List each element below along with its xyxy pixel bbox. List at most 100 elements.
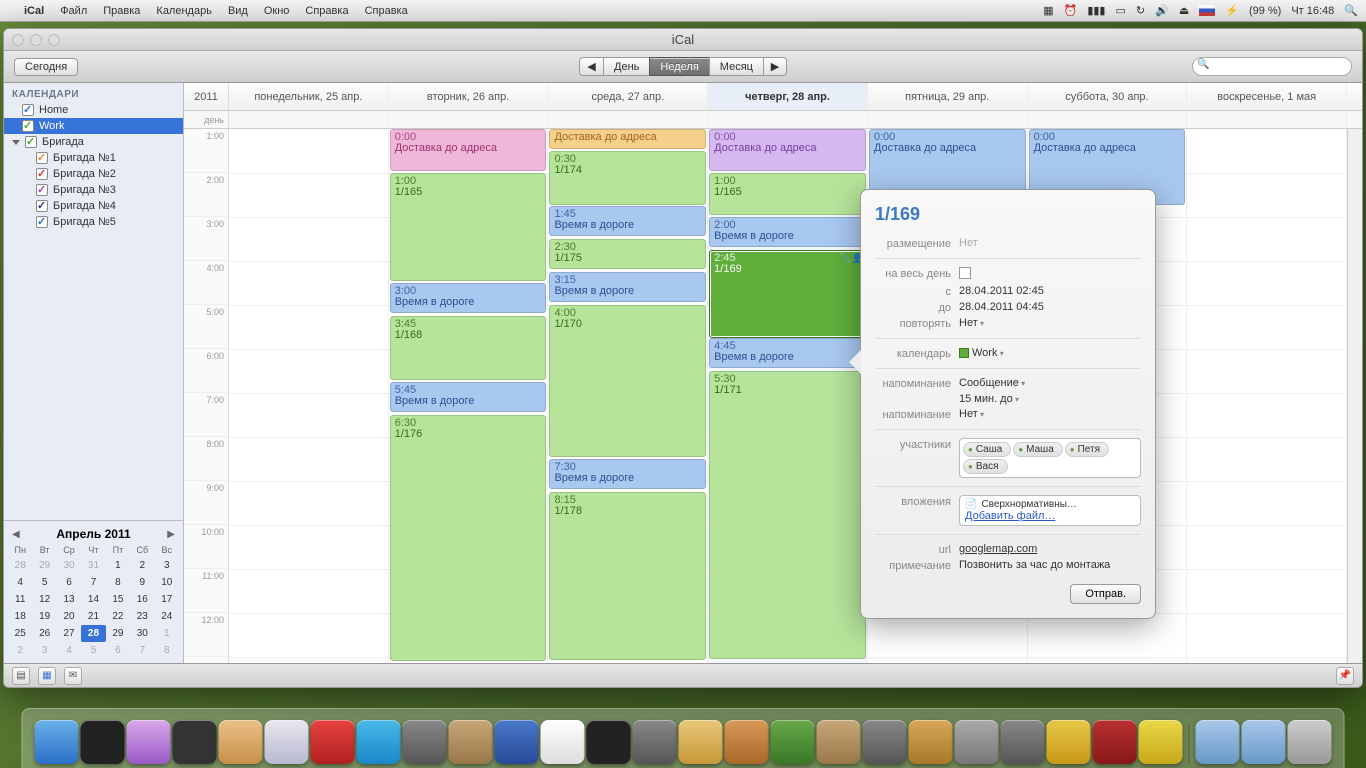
search-input[interactable] (1192, 57, 1352, 76)
calendar-event[interactable]: 5:301/171 (709, 371, 866, 659)
calendar-event[interactable]: 0:00Доставка до адреса (709, 129, 866, 171)
day-column[interactable] (229, 129, 389, 663)
calendar-value[interactable]: Work (959, 347, 1141, 359)
minical-day[interactable]: 4 (57, 642, 81, 659)
minical-day[interactable]: 15 (106, 591, 130, 608)
calendar-checkbox[interactable] (36, 216, 48, 228)
calendar-event[interactable]: 3:00Время в дороге (390, 283, 547, 313)
day-header[interactable]: суббота, 30 апр. (1028, 83, 1188, 110)
day-header[interactable]: среда, 27 апр. (548, 83, 708, 110)
calendar-event[interactable]: Доставка до адреса (549, 129, 706, 149)
attendee-token[interactable]: Вася (963, 459, 1008, 474)
minical-day[interactable]: 29 (106, 625, 130, 642)
clock[interactable]: Чт 16:48 (1291, 5, 1334, 17)
minical-day[interactable]: 9 (130, 574, 154, 591)
dock-app9[interactable] (725, 720, 769, 764)
minical-day[interactable]: 23 (130, 608, 154, 625)
minical-day[interactable]: 4 (8, 574, 32, 591)
minical-day[interactable]: 26 (32, 625, 56, 642)
calendar-event[interactable]: 4:001/170 (549, 305, 706, 457)
minical-day[interactable]: 8 (106, 574, 130, 591)
calendar-event[interactable]: 1:001/165 (709, 173, 866, 215)
dock-folder1[interactable] (1196, 720, 1240, 764)
minical-day[interactable]: 7 (130, 642, 154, 659)
calendar-event[interactable]: 5:45Время в дороге (390, 382, 547, 412)
calendar-event[interactable]: 2:00Время в дороге (709, 217, 866, 247)
reminder-time[interactable]: 15 мин. до (959, 393, 1141, 405)
menu-calendar[interactable]: Календарь (156, 5, 212, 17)
dock-trash[interactable] (1288, 720, 1332, 764)
calendar-item[interactable]: Work (4, 118, 183, 134)
minical-day[interactable]: 19 (32, 608, 56, 625)
minical-day[interactable]: 28 (8, 557, 32, 574)
minical-day[interactable]: 11 (8, 591, 32, 608)
display-icon[interactable]: ▭ (1116, 4, 1126, 17)
minical-prev[interactable]: ◀ (12, 529, 20, 540)
dock-app5[interactable] (449, 720, 493, 764)
power-icon[interactable]: ⚡ (1225, 4, 1239, 17)
dock-finder[interactable] (35, 720, 79, 764)
to-value[interactable]: 28.04.2011 04:45 (959, 301, 1141, 313)
dock-mail[interactable] (265, 720, 309, 764)
attendee-token[interactable]: Маша (1013, 442, 1062, 457)
day-header[interactable]: воскресенье, 1 мая (1187, 83, 1347, 110)
location-value[interactable]: Нет (959, 237, 1141, 249)
calendar-item[interactable]: Бригада №4 (4, 198, 183, 214)
calendar-event[interactable]: 2:301/175 (549, 239, 706, 269)
send-button[interactable]: Отправ. (1070, 584, 1141, 604)
sync-icon[interactable]: ↻ (1136, 4, 1145, 17)
day-column[interactable]: Доставка до адреса0:301/1741:45Время в д… (548, 129, 708, 663)
calendar-event[interactable]: 7:30Время в дороге (549, 459, 706, 489)
calendar-item[interactable]: Home (4, 102, 183, 118)
calendar-event[interactable]: 0:00Доставка до адреса (390, 129, 547, 171)
minical-day[interactable]: 3 (155, 557, 179, 574)
close-button[interactable] (12, 34, 24, 46)
minical-day[interactable]: 28 (81, 625, 105, 642)
dock-app1[interactable] (127, 720, 171, 764)
minical-day[interactable]: 6 (57, 574, 81, 591)
spotlight-icon[interactable]: 🔍 (1344, 4, 1358, 17)
inspector-title[interactable]: 1/169 (875, 204, 1141, 225)
calendar-event[interactable]: 8:151/178 (549, 492, 706, 660)
menu-file[interactable]: Файл (60, 5, 87, 17)
dock-app17[interactable] (1139, 720, 1183, 764)
dock-app7[interactable] (633, 720, 677, 764)
calendar-event[interactable]: 6:301/176 (390, 415, 547, 661)
calendar-event[interactable]: 4:45Время в дороге (709, 338, 866, 368)
show-minical-icon[interactable]: ▦ (38, 667, 56, 685)
calendar-item[interactable]: Бригада №2 (4, 166, 183, 182)
dock-app8[interactable] (679, 720, 723, 764)
battery-icon[interactable]: ▮▮▮ (1087, 4, 1105, 17)
attachment-file[interactable]: Сверхнормативны… (965, 499, 1135, 510)
minical-day[interactable]: 1 (106, 557, 130, 574)
calendar-item[interactable]: Бригада №3 (4, 182, 183, 198)
input-flag-icon[interactable] (1199, 5, 1215, 16)
calendar-checkbox[interactable] (36, 152, 48, 164)
day-column[interactable] (1187, 129, 1347, 663)
dock-app12[interactable] (863, 720, 907, 764)
minical-day[interactable]: 2 (130, 557, 154, 574)
dock-folder2[interactable] (1242, 720, 1286, 764)
menu-window[interactable]: Окно (264, 5, 290, 17)
note-value[interactable]: Позвонить за час до монтажа (959, 559, 1141, 571)
menuextra-icon[interactable]: ▦ (1043, 4, 1053, 17)
day-header[interactable]: пятница, 29 апр. (868, 83, 1028, 110)
minical-day[interactable]: 30 (130, 625, 154, 642)
calendar-checkbox[interactable] (22, 120, 34, 132)
add-file-link[interactable]: Добавить файл… (965, 510, 1135, 522)
zoom-button[interactable] (48, 34, 60, 46)
minical-day[interactable]: 25 (8, 625, 32, 642)
menu-help[interactable]: Справка (305, 5, 348, 17)
dock-app10[interactable] (771, 720, 815, 764)
calendar-checkbox[interactable] (36, 168, 48, 180)
menu-edit[interactable]: Правка (103, 5, 140, 17)
day-header[interactable]: четверг, 28 апр. (708, 83, 868, 110)
calendar-event[interactable]: 3:15Время в дороге (549, 272, 706, 302)
menu-help2[interactable]: Справка (365, 5, 408, 17)
reminder-value[interactable]: Сообщение (959, 377, 1141, 389)
dock-app16[interactable] (1047, 720, 1091, 764)
dock-ical[interactable] (541, 720, 585, 764)
minical-day[interactable]: 20 (57, 608, 81, 625)
show-calendars-icon[interactable]: ▤ (12, 667, 30, 685)
scrollbar[interactable] (1347, 129, 1362, 663)
